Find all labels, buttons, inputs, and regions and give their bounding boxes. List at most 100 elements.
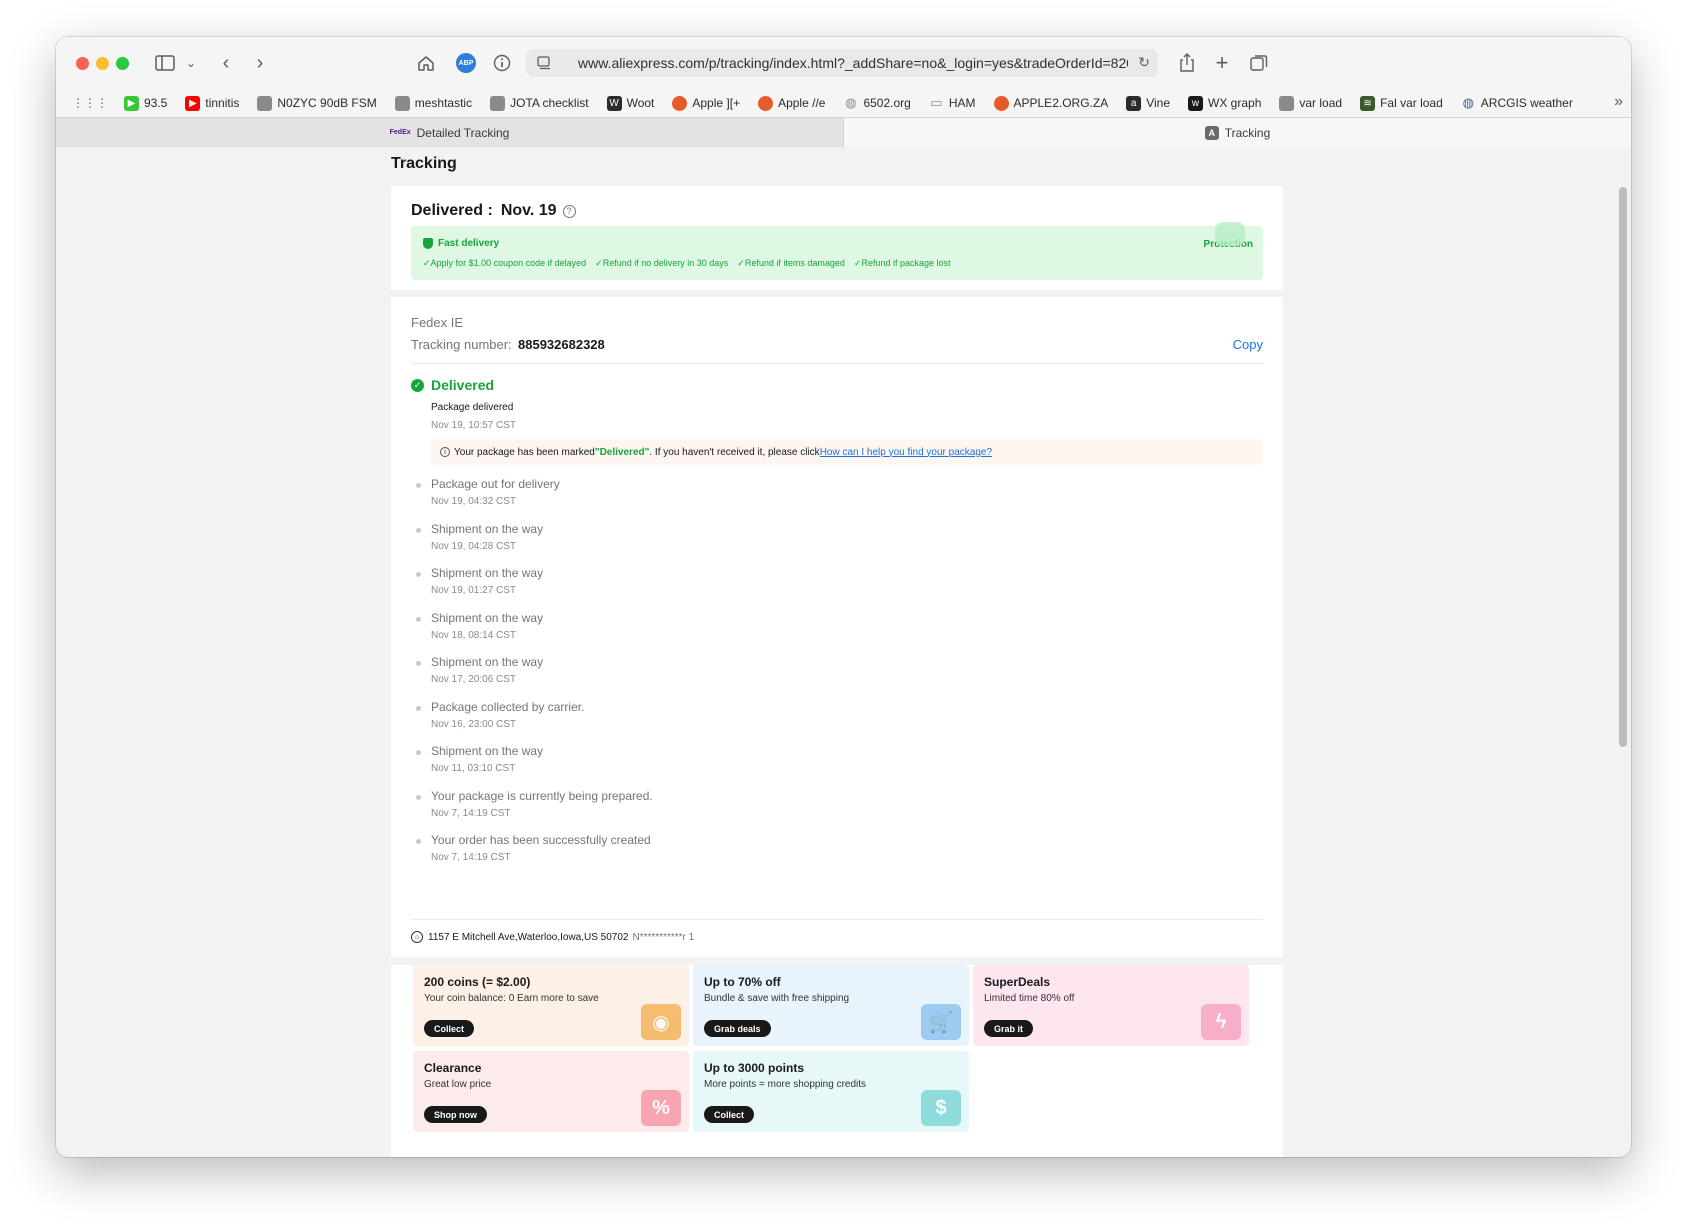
bookmark-item[interactable]: ◍ ARCGIS weather — [1461, 95, 1573, 111]
tab-label: Tracking — [1224, 125, 1271, 140]
chevron-down-icon[interactable]: ⌄ — [178, 50, 204, 76]
bookmark-item[interactable]: N0ZYC 90dB FSM — [257, 95, 377, 111]
folder-icon: ▭ — [930, 95, 943, 110]
promo-illustration-icon: ϟ — [1201, 1004, 1241, 1040]
protection-perk: ✓Apply for $1.00 coupon code if delayed — [423, 258, 586, 269]
bookmark-item[interactable]: a Vine — [1126, 95, 1171, 111]
bookmark-item[interactable]: meshtastic — [394, 95, 473, 111]
bookmark-label: meshtastic — [414, 96, 473, 110]
event-title: Shipment on the way — [431, 744, 544, 758]
tab-overview-icon[interactable] — [1246, 50, 1272, 76]
promo-card[interactable]: Up to 3000 points More points = more shop… — [693, 1051, 969, 1132]
zoom-window-button[interactable] — [116, 57, 129, 70]
promo-button[interactable]: Grab it — [984, 1020, 1034, 1037]
close-window-button[interactable] — [76, 57, 89, 70]
sidebar-toggle-icon[interactable] — [152, 50, 178, 76]
reader-icon[interactable] — [536, 55, 552, 76]
promo-card[interactable]: Up to 70% off Bundle & save with free shi… — [693, 965, 969, 1046]
delivery-notice: i Your package has been marked "Delivere… — [431, 439, 1263, 465]
promo-button[interactable]: Shop now — [424, 1106, 487, 1123]
promo-title: 200 coins (= $2.00) — [424, 975, 531, 989]
bookmark-item[interactable]: ◍ 6502.org — [843, 95, 911, 111]
info-icon[interactable] — [489, 50, 515, 76]
desktop: ⌄ ‹ › ABP www.aliexpress.com/p/tracking/… — [0, 0, 1687, 1231]
promo-button[interactable]: Collect — [704, 1106, 755, 1123]
adblock-icon[interactable]: ABP — [453, 50, 479, 76]
tab-tracking[interactable]: A Tracking — [844, 118, 1631, 147]
event-title: Shipment on the way — [431, 610, 544, 625]
bookmark-label: Vine — [1146, 96, 1171, 110]
bookmark-item[interactable]: var load — [1279, 95, 1342, 111]
tab-detailed-tracking[interactable]: FedEx Detailed Tracking — [56, 118, 844, 147]
bookmark-item[interactable]: APPLE2.ORG.ZA — [993, 95, 1108, 111]
forward-icon[interactable]: › — [247, 50, 273, 76]
bookmark-item[interactable]: ▶ tinnitis — [185, 95, 239, 111]
page-icon — [490, 95, 506, 111]
protection-banner: Fast delivery ✓Apply for $1.00 coupon co… — [411, 222, 1263, 280]
event-title: Shipment on the way — [431, 521, 544, 536]
location-pin-icon: ⌂ — [411, 931, 423, 943]
bookmark-item[interactable]: JOTA checklist — [490, 95, 589, 111]
delivered-date: Nov. 19 — [500, 202, 557, 219]
address-bar[interactable]: www.aliexpress.com/p/tracking/index.html… — [526, 49, 1158, 77]
carrier-name: Fedex IE — [411, 315, 464, 330]
promo-card[interactable]: Clearance Great low price Shop now% — [413, 1051, 689, 1132]
copy-button[interactable]: Copy — [1233, 337, 1263, 352]
promo-card[interactable]: SuperDeals Limited time 80% off Grab it ϟ — [973, 965, 1249, 1046]
bookmark-item[interactable]: W Woot — [606, 95, 655, 111]
event-time: Nov 11, 03:10 CST — [431, 763, 516, 774]
bookmark-label: Woot — [626, 96, 655, 110]
bookmark-item[interactable]: w WX graph — [1188, 95, 1262, 111]
event-time: Nov 16, 23:00 CST — [431, 718, 517, 730]
more-bookmarks-icon[interactable]: » — [1614, 93, 1623, 111]
notice-text-end: . If you haven't received it, please cli… — [649, 446, 820, 458]
apps-grid-icon[interactable]: ⋮⋮⋮ — [72, 96, 108, 110]
apple-icon — [993, 95, 1009, 111]
bookmark-label: WX graph — [1208, 96, 1262, 110]
bookmark-label: Fal var load — [1380, 96, 1443, 110]
timeline-dot — [416, 527, 421, 533]
promo-subtitle: Limited time 80% off — [984, 993, 1075, 1004]
reload-icon[interactable]: ↻ — [1138, 54, 1150, 71]
bookmark-item[interactable]: Apple ][+ — [672, 95, 741, 111]
find-package-link[interactable]: How can I help you find your package? — [820, 447, 992, 458]
event-title: Shipment on the way — [431, 655, 544, 669]
promo-button[interactable]: Grab deals — [704, 1020, 771, 1037]
promo-button[interactable]: Collect — [424, 1020, 475, 1037]
globe-icon: ◍ — [845, 95, 857, 110]
bookmark-item[interactable]: ▶ 93.5 — [124, 95, 168, 111]
bookmark-label: 6502.org — [863, 96, 911, 110]
bookmark-label: Apple ][+ — [692, 96, 741, 110]
promotions-section: 200 coins (= $2.00) Your coin balance: 0 … — [391, 965, 1283, 1157]
promo-title: Up to 3000 points — [704, 1061, 805, 1075]
bookmark-item[interactable]: Apple //e — [758, 95, 825, 111]
apple-icon — [672, 95, 688, 111]
fast-delivery-label: Fast delivery — [438, 238, 500, 249]
page-icon — [394, 95, 410, 111]
minimize-window-button[interactable] — [96, 57, 109, 70]
event-time: Nov 19, 01:27 CST — [431, 585, 517, 596]
perk-text: Refund if no delivery in 30 days — [602, 258, 729, 268]
browser-toolbar: ⌄ ‹ › ABP www.aliexpress.com/p/tracking/… — [56, 37, 1631, 89]
event-title: Your order has been successfully created — [431, 833, 651, 847]
share-icon[interactable] — [1174, 50, 1200, 76]
vertical-scrollbar[interactable] — [1619, 187, 1627, 747]
event-title: Package collected by carrier. — [431, 699, 585, 714]
promo-card[interactable]: 200 coins (= $2.00) Your coin balance: 0 … — [413, 965, 689, 1046]
check-circle-icon: ✓ — [411, 379, 424, 392]
bookmark-item[interactable]: ▭ HAM — [929, 95, 975, 111]
event-time: Nov 17, 20:06 CST — [431, 674, 517, 685]
notice-highlight: "Delivered" — [594, 446, 650, 458]
bookmark-item[interactable]: ≋ Fal var load — [1360, 95, 1443, 111]
event-title: Shipment on the way — [431, 566, 544, 580]
latest-event-time: Nov 19, 10:57 CST — [431, 420, 517, 431]
bookmark-label: 93.5 — [144, 96, 168, 110]
timeline-dot — [416, 616, 421, 622]
new-tab-icon[interactable]: + — [1209, 50, 1235, 76]
back-icon[interactable]: ‹ — [213, 50, 239, 76]
promo-title: SuperDeals — [984, 975, 1051, 989]
help-icon[interactable]: ? — [562, 204, 576, 218]
promo-illustration-icon: 🛒 — [921, 1004, 961, 1040]
home-icon[interactable] — [413, 50, 439, 76]
promo-subtitle: Bundle & save with free shipping — [704, 993, 850, 1004]
